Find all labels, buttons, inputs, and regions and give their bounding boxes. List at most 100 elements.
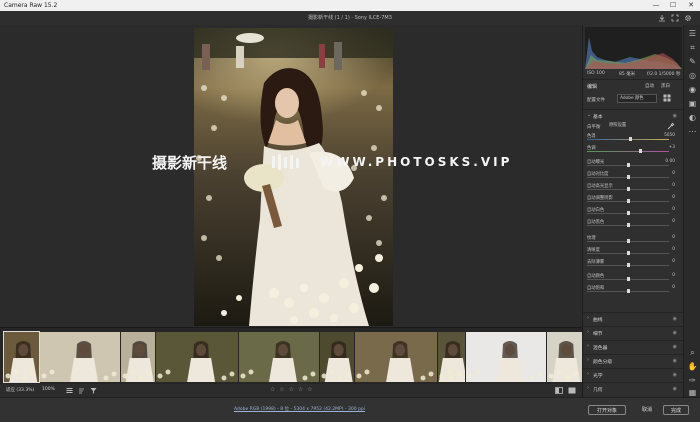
open-object-button[interactable]: 打开对象 <box>588 405 626 415</box>
zoom-percent-select[interactable]: 100% <box>42 387 55 392</box>
workflow-options-link[interactable]: Adobe RGB (1998) - 8 位 - 5304 x 7952 (42… <box>234 406 365 412</box>
fullscreen-icon[interactable] <box>671 14 679 22</box>
tint-slider[interactable]: 色调 +3 <box>587 145 675 155</box>
slider-knob[interactable] <box>626 175 630 179</box>
visibility-icon[interactable]: ◉ <box>673 372 677 378</box>
hand-tool-icon[interactable]: ✋ <box>686 361 699 372</box>
mask-tool-icon[interactable]: ◎ <box>686 70 699 81</box>
slider-knob[interactable] <box>626 263 630 267</box>
profile-select[interactable]: Adobe 颜色 <box>617 94 657 103</box>
filmstrip-thumbnail[interactable] <box>3 331 40 383</box>
visibility-icon[interactable]: ◉ <box>673 113 677 119</box>
slider-value[interactable]: 0 <box>672 171 675 176</box>
section-basic[interactable]: ⌄ 基本 ◉ <box>583 109 683 120</box>
adjust-slider[interactable]: 自动白色 0 <box>587 207 675 217</box>
adjust-slider[interactable]: 自动高光显示 0 <box>587 183 675 193</box>
sampler-tool-icon[interactable]: ✑ <box>686 375 699 386</box>
visibility-icon[interactable]: ◉ <box>673 330 677 336</box>
redeye-tool-icon[interactable]: ◉ <box>686 84 699 95</box>
slider-value[interactable]: 0 <box>672 219 675 224</box>
fit-zoom-select[interactable]: 适应 (33.3%) <box>6 387 34 393</box>
slider-value[interactable]: 0 <box>672 183 675 188</box>
close-button[interactable]: ✕ <box>683 0 699 11</box>
filmstrip-thumbnail[interactable] <box>547 332 582 382</box>
preset-tool-icon[interactable]: ◐ <box>686 112 699 123</box>
cancel-button[interactable]: 取消 <box>633 405 661 415</box>
adjust-slider[interactable]: 清晰度 0 <box>587 247 675 257</box>
maximize-button[interactable]: ☐ <box>665 0 681 11</box>
slider-value[interactable]: 0 <box>672 273 675 278</box>
slider-knob[interactable] <box>626 277 630 281</box>
rating-stars[interactable]: ☆ ☆ ☆ ☆ ☆ <box>270 386 314 393</box>
slider-knob[interactable] <box>626 289 630 293</box>
slider-knob[interactable] <box>626 163 630 167</box>
done-button[interactable]: 完成 <box>663 405 689 415</box>
adjust-slider[interactable]: 自动饱和 0 <box>587 285 675 295</box>
compare-icon[interactable] <box>568 387 576 394</box>
section-header[interactable]: › 光学 ◉ <box>583 368 683 379</box>
adjust-slider[interactable]: 自动对比度 0 <box>587 171 675 181</box>
temp-slider[interactable]: 色温 5050 <box>587 133 675 143</box>
main-photo[interactable] <box>194 28 393 326</box>
section-header[interactable]: › 细节 ◉ <box>583 326 683 337</box>
bw-button[interactable]: 黑白 <box>661 83 670 89</box>
auto-button[interactable]: 自动 <box>645 83 654 89</box>
edit-tool-icon[interactable]: ☰ <box>686 28 699 39</box>
heal-tool-icon[interactable]: ✎ <box>686 56 699 67</box>
tint-knob[interactable] <box>639 149 642 153</box>
slider-value[interactable]: 0 <box>672 247 675 252</box>
sort-icon[interactable] <box>78 387 85 394</box>
filmstrip-thumbnail[interactable] <box>121 332 155 382</box>
visibility-icon[interactable]: ◉ <box>673 316 677 322</box>
snapshot-tool-icon[interactable]: ▣ <box>686 98 699 109</box>
histogram[interactable] <box>585 27 682 69</box>
crop-tool-icon[interactable]: ⌗ <box>686 42 699 53</box>
temp-knob[interactable] <box>629 137 632 141</box>
adjust-slider[interactable]: 自动曝光 0.00 <box>587 159 675 169</box>
filmstrip-thumbnail[interactable] <box>355 332 437 382</box>
section-header[interactable]: › 混色器 ◉ <box>583 340 683 351</box>
visibility-icon[interactable]: ◉ <box>673 386 677 392</box>
filmstrip-thumbnail[interactable] <box>466 332 546 382</box>
filmstrip-thumbnail[interactable] <box>40 332 120 382</box>
adjust-slider[interactable]: 自动黑色 0 <box>587 219 675 229</box>
slider-knob[interactable] <box>626 211 630 215</box>
slider-value[interactable]: 0 <box>672 195 675 200</box>
minimize-button[interactable]: — <box>648 0 664 11</box>
slider-value[interactable]: 0 <box>672 259 675 264</box>
more-tool-icon[interactable]: ⋯ <box>686 126 699 137</box>
temp-value[interactable]: 5050 <box>664 133 675 138</box>
section-header[interactable]: › 颜色分级 ◉ <box>583 354 683 365</box>
slider-value[interactable]: 0.00 <box>665 159 675 164</box>
filmstrip-thumbnail[interactable] <box>156 332 238 382</box>
slider-value[interactable]: 0 <box>672 235 675 240</box>
slider-knob[interactable] <box>626 239 630 243</box>
slider-knob[interactable] <box>626 187 630 191</box>
visibility-icon[interactable]: ◉ <box>673 344 677 350</box>
filmstrip-thumbnail[interactable] <box>438 332 465 382</box>
slider-value[interactable]: 0 <box>672 207 675 212</box>
section-header[interactable]: › 曲线 ◉ <box>583 312 683 323</box>
adjust-slider[interactable]: 去除薄雾 0 <box>587 259 675 269</box>
adjust-slider[interactable]: 自动调整阴影 0 <box>587 195 675 205</box>
profile-browser-icon[interactable] <box>663 94 671 102</box>
slider-value[interactable]: 0 <box>672 285 675 290</box>
eyedropper-icon[interactable] <box>667 122 675 130</box>
gear-icon[interactable] <box>684 14 692 22</box>
wb-select[interactable]: 原照设置 <box>609 122 653 130</box>
download-icon[interactable] <box>658 14 666 22</box>
tint-value[interactable]: +3 <box>669 145 675 150</box>
section-header[interactable]: › 几何 ◉ <box>583 382 683 393</box>
slider-knob[interactable] <box>626 251 630 255</box>
filmstrip-thumbnail[interactable] <box>320 332 354 382</box>
visibility-icon[interactable]: ◉ <box>673 358 677 364</box>
filter-icon[interactable] <box>90 387 97 394</box>
slider-knob[interactable] <box>626 223 630 227</box>
zoom-tool-icon[interactable]: ⌕ <box>686 347 699 358</box>
before-after-icon[interactable] <box>555 387 563 394</box>
adjust-slider[interactable]: 自动颜色 0 <box>587 273 675 283</box>
slider-knob[interactable] <box>626 199 630 203</box>
filmstrip-view-icon[interactable] <box>66 387 73 394</box>
filmstrip-thumbnail[interactable] <box>239 332 319 382</box>
adjust-slider[interactable]: 纹理 0 <box>587 235 675 245</box>
